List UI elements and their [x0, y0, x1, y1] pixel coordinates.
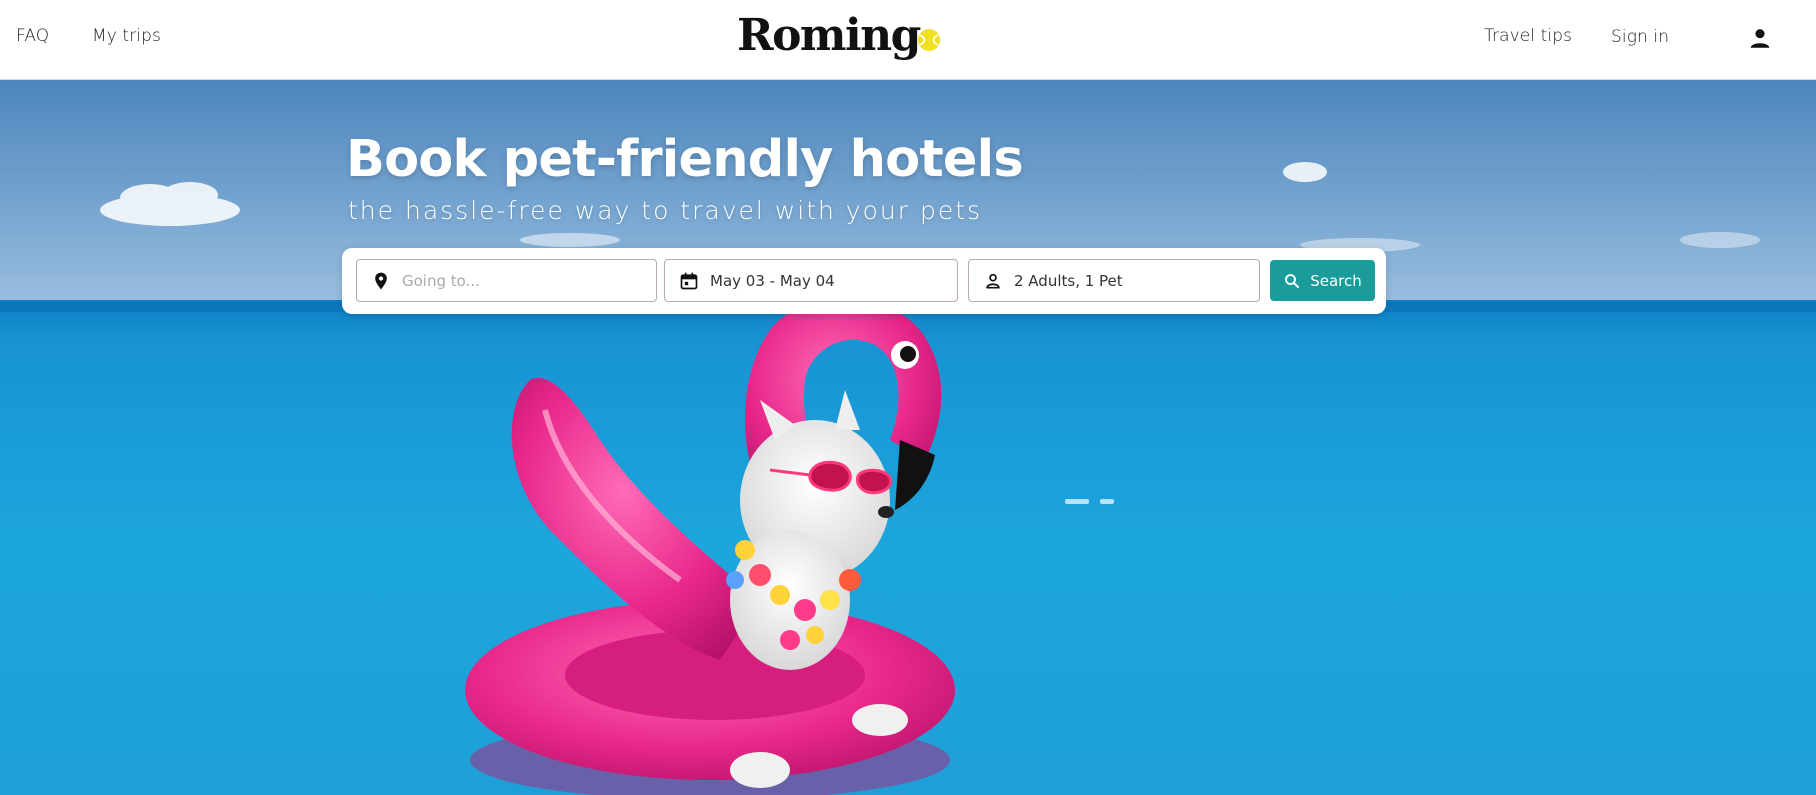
dates-field[interactable]: May 03 - May 04 — [664, 259, 958, 302]
nav-faq-link[interactable]: FAQ — [16, 26, 49, 46]
logo-wordmark: Roming — [737, 10, 921, 61]
destination-field[interactable] — [356, 259, 657, 302]
search-icon — [1285, 273, 1300, 288]
guests-value: 2 Adults, 1 Pet — [1014, 271, 1123, 290]
tennis-ball-icon — [917, 29, 940, 51]
guests-field[interactable]: 2 Adults, 1 Pet — [968, 259, 1260, 302]
calendar-icon — [680, 272, 698, 289]
destination-input[interactable] — [402, 271, 632, 290]
nav-sign-in-link[interactable]: Sign in — [1611, 27, 1669, 47]
location-pin-icon — [375, 272, 387, 289]
nav-my-trips-link[interactable]: My trips — [92, 26, 161, 46]
search-button[interactable]: Search — [1270, 260, 1375, 301]
person-icon — [986, 273, 1000, 288]
hotel-search-bar: May 03 - May 04 2 Adults, 1 Pet Search — [342, 248, 1386, 314]
hero-subtitle: the hassle-free way to travel with your … — [348, 196, 983, 225]
dates-value: May 03 - May 04 — [710, 271, 835, 290]
hero-title: Book pet-friendly hotels — [346, 130, 1024, 189]
site-header: FAQ My trips Roming Travel tips Sign in — [0, 0, 1816, 80]
search-button-label: Search — [1310, 271, 1362, 290]
site-logo[interactable]: Roming — [737, 6, 941, 66]
account-person-icon[interactable] — [1747, 25, 1773, 51]
nav-travel-tips-link[interactable]: Travel tips — [1484, 26, 1572, 46]
hero-section: Book pet-friendly hotels the hassle-free… — [0, 80, 1816, 795]
